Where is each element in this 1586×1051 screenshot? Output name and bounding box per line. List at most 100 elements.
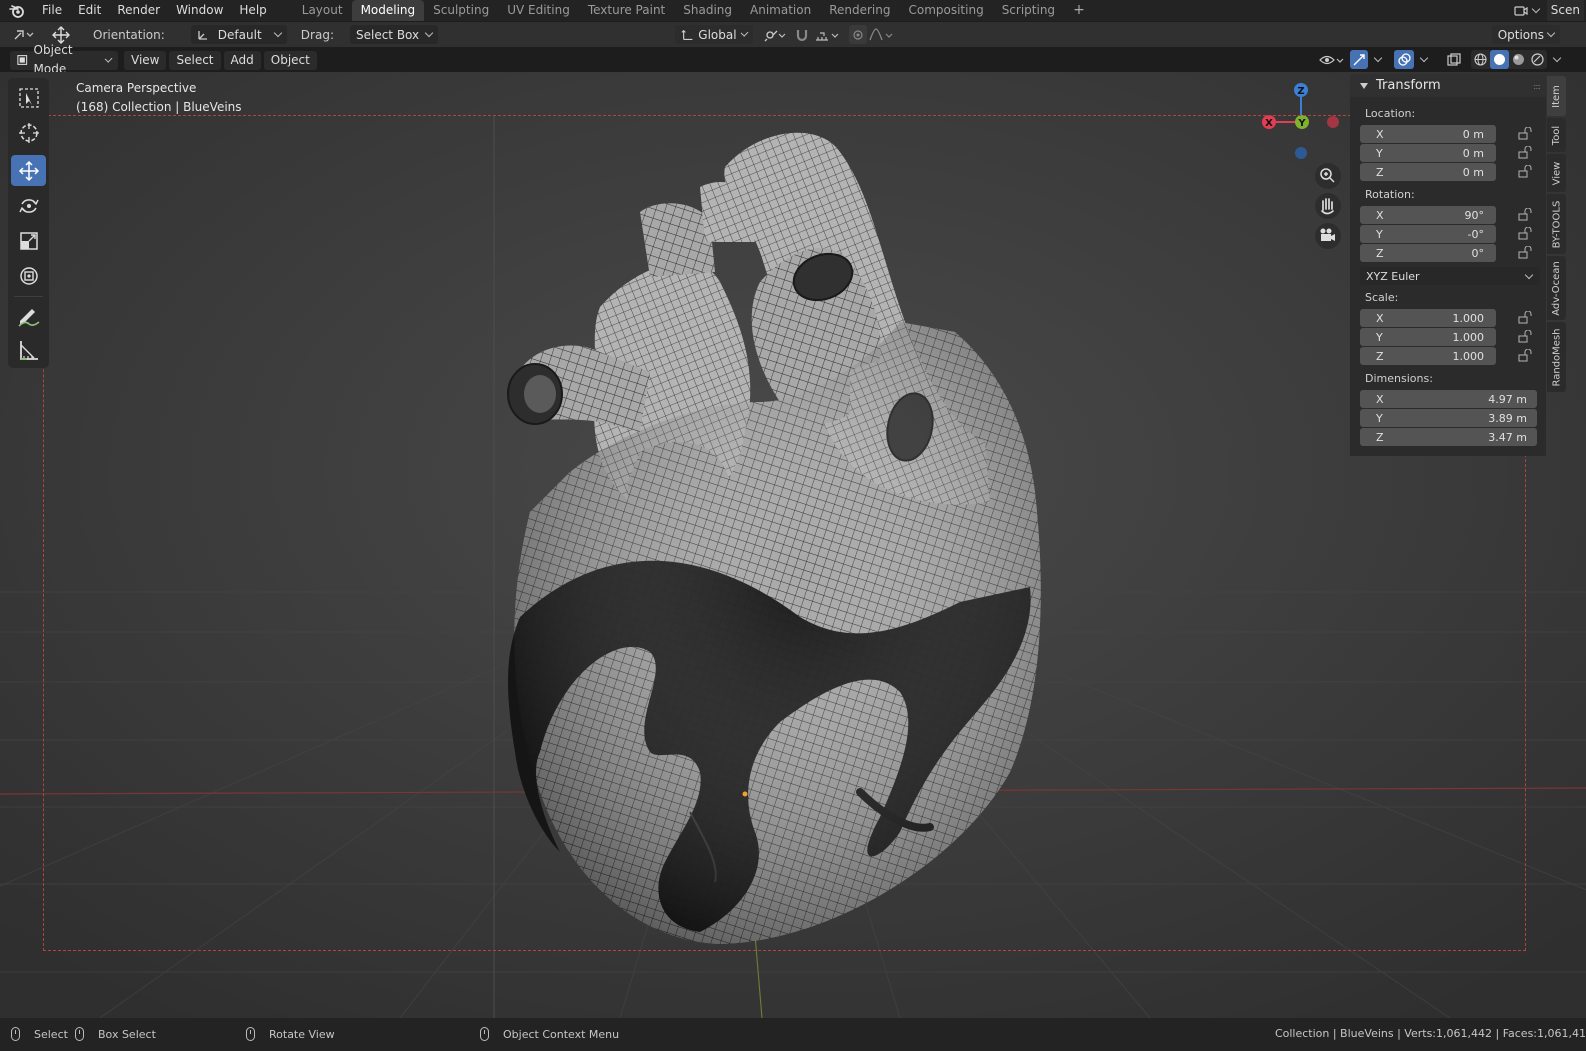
object-menu[interactable]: Object xyxy=(263,50,317,70)
tab-shading[interactable]: Shading xyxy=(674,0,741,21)
material-shading-button[interactable] xyxy=(1509,50,1528,69)
tab-tool[interactable]: Tool xyxy=(1547,118,1566,152)
tab-item[interactable]: Item xyxy=(1547,76,1566,116)
collapse-triangle-icon xyxy=(1360,82,1368,89)
options-dropdown[interactable]: Options xyxy=(1491,25,1560,44)
tab-scripting[interactable]: Scripting xyxy=(993,0,1064,21)
rotation-label: Rotation: xyxy=(1365,188,1415,201)
transform-panel-header[interactable]: Transform :::: xyxy=(1350,74,1546,97)
lock-icon[interactable] xyxy=(1518,349,1532,362)
tab-randomesh[interactable]: RandoMesh xyxy=(1547,322,1566,392)
status-context-menu: Object Context Menu xyxy=(480,1027,619,1041)
scene-selector[interactable]: Scen xyxy=(1513,0,1586,21)
lock-icon[interactable] xyxy=(1518,208,1532,221)
location-y-field[interactable]: Y 0 m xyxy=(1360,144,1496,162)
overlays-toggle[interactable] xyxy=(1394,50,1414,69)
editor-type-icon xyxy=(14,29,34,39)
overlays-dropdown[interactable] xyxy=(1417,50,1431,69)
menu-window[interactable]: Window xyxy=(168,0,231,21)
orientation-dropdown[interactable]: Default xyxy=(190,25,287,44)
rotate-tool[interactable] xyxy=(11,190,46,221)
scale-x-field[interactable]: X 1.000 xyxy=(1360,309,1496,327)
add-workspace-button[interactable]: + xyxy=(1064,0,1094,21)
tab-modeling[interactable]: Modeling xyxy=(351,0,425,21)
xray-toggle[interactable] xyxy=(1444,50,1464,69)
scale-z-field[interactable]: Z 1.000 xyxy=(1360,347,1496,365)
3d-viewport[interactable]: Z X Y Camera Perspective (168) Collectio… xyxy=(0,72,1586,1018)
menu-file[interactable]: File xyxy=(34,0,70,21)
tab-adv-ocean[interactable]: Adv-Ocean xyxy=(1547,256,1566,320)
drag-handle-icon[interactable]: :::: xyxy=(1533,82,1541,91)
tab-view[interactable]: View xyxy=(1547,154,1566,192)
tab-rendering[interactable]: Rendering xyxy=(820,0,899,21)
location-z-field[interactable]: Z 0 m xyxy=(1360,163,1496,181)
blender-logo-icon[interactable] xyxy=(0,0,34,21)
lock-icon[interactable] xyxy=(1518,165,1532,178)
falloff-curve-icon xyxy=(869,27,893,40)
move-tool[interactable] xyxy=(11,155,46,186)
tab-uv-editing[interactable]: UV Editing xyxy=(498,0,579,21)
transform-orientation-dropdown[interactable]: Global xyxy=(674,25,753,44)
status-box-select-label: Box Select xyxy=(98,1027,156,1041)
pivot-point-button[interactable] xyxy=(761,25,789,44)
gizmo-dropdown[interactable] xyxy=(1371,50,1385,69)
location-label: Location: xyxy=(1365,107,1416,120)
options-label: Options xyxy=(1497,27,1544,42)
lock-icon[interactable] xyxy=(1518,311,1532,324)
rotation-x-field[interactable]: X 90° xyxy=(1360,206,1496,224)
transform-tool[interactable] xyxy=(11,260,46,291)
gizmo-toggle[interactable] xyxy=(1350,50,1368,69)
rotation-z-field[interactable]: Z 0° xyxy=(1360,244,1496,262)
rotation-mode-dropdown[interactable]: XYZ Euler xyxy=(1360,267,1540,285)
scale-y-field[interactable]: Y 1.000 xyxy=(1360,328,1496,346)
measure-tool[interactable] xyxy=(11,334,46,365)
add-menu[interactable]: Add xyxy=(223,50,261,70)
rendered-shading-button[interactable] xyxy=(1528,50,1547,69)
dimensions-y-value: 3.89 m xyxy=(1488,411,1527,425)
scale-tool[interactable] xyxy=(11,225,46,256)
snap-target-button[interactable] xyxy=(813,25,841,44)
lock-icon[interactable] xyxy=(1518,227,1532,240)
proportional-editing-toggle[interactable] xyxy=(848,25,867,44)
tab-view-label: View xyxy=(1551,161,1563,185)
lock-icon[interactable] xyxy=(1518,146,1532,159)
tab-animation[interactable]: Animation xyxy=(741,0,820,21)
solid-shading-button[interactable] xyxy=(1490,50,1509,69)
dimensions-y-field[interactable]: Y 3.89 m xyxy=(1360,409,1537,427)
cursor-tool[interactable] xyxy=(11,117,46,148)
tab-texture-paint[interactable]: Texture Paint xyxy=(579,0,674,21)
menu-edit[interactable]: Edit xyxy=(70,0,109,21)
dimensions-z-field[interactable]: Z 3.47 m xyxy=(1360,428,1537,446)
falloff-button[interactable] xyxy=(867,25,897,44)
shading-mode-group xyxy=(1471,50,1547,69)
select-box-tool[interactable] xyxy=(11,82,46,113)
orientation-icon xyxy=(198,30,207,40)
collection-label: (168) Collection | BlueVeins xyxy=(76,100,242,114)
status-bar: Select Box Select Rotate View Object Con… xyxy=(0,1018,1586,1051)
lock-icon[interactable] xyxy=(1518,246,1532,259)
tab-layout[interactable]: Layout xyxy=(293,0,352,21)
shading-dropdown[interactable] xyxy=(1550,50,1564,69)
menu-render[interactable]: Render xyxy=(109,0,168,21)
annotate-tool[interactable] xyxy=(11,300,46,331)
tab-sculpting[interactable]: Sculpting xyxy=(424,0,498,21)
drag-dropdown[interactable]: Select Box xyxy=(349,25,438,44)
visibility-dropdown[interactable] xyxy=(1317,50,1347,69)
menu-help[interactable]: Help xyxy=(231,0,274,21)
lock-icon[interactable] xyxy=(1518,330,1532,343)
tab-compositing[interactable]: Compositing xyxy=(899,0,992,21)
rotation-x-axis: X xyxy=(1376,208,1384,222)
wireframe-shading-button[interactable] xyxy=(1471,50,1490,69)
select-menu[interactable]: Select xyxy=(169,50,221,70)
dimensions-x-field[interactable]: X 4.97 m xyxy=(1360,390,1537,408)
mode-dropdown[interactable]: Object Mode xyxy=(10,43,118,76)
move-icon xyxy=(18,160,39,181)
tab-by-tools[interactable]: BY-TOOLS xyxy=(1547,194,1566,254)
location-x-field[interactable]: X 0 m xyxy=(1360,125,1496,143)
snap-toggle[interactable] xyxy=(791,25,813,44)
scale-z-value: 1.000 xyxy=(1452,349,1485,363)
lock-icon[interactable] xyxy=(1518,127,1532,140)
rotation-y-field[interactable]: Y -0° xyxy=(1360,225,1496,243)
status-box-select: Box Select xyxy=(75,1027,156,1041)
view-menu[interactable]: View xyxy=(124,50,167,70)
